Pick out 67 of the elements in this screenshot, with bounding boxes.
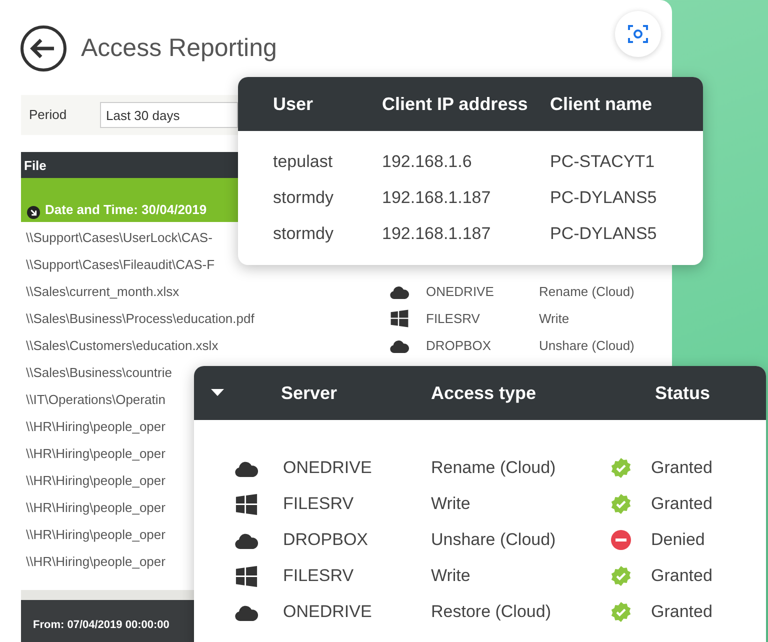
client-name: PC-DYLANS5 xyxy=(550,223,658,246)
ip-address: 192.168.1.187 xyxy=(382,223,492,246)
server-name: FILESRV xyxy=(283,493,355,516)
ip-address: 192.168.1.187 xyxy=(382,187,492,210)
file-path: \\Sales\Business\Process\education.pdf xyxy=(26,310,254,326)
back-button[interactable] xyxy=(20,25,67,72)
server-name: DROPBOX xyxy=(426,336,492,355)
file-path: \\Support\Cases\UserLock\CAS- xyxy=(26,230,212,245)
access-type: Rename (Cloud) xyxy=(431,457,557,480)
access-type: Unshare (Cloud) xyxy=(431,529,557,552)
file-path: \\HR\Hiring\people_oper xyxy=(26,554,166,569)
column-header: Status xyxy=(655,382,712,404)
cloud-icon xyxy=(235,604,258,620)
column-header: Client IP address xyxy=(382,92,529,116)
client-name: PC-STACYT1 xyxy=(550,151,656,174)
status-label: Granted xyxy=(651,493,712,516)
cloud-icon xyxy=(390,284,409,298)
access-type: Rename (Cloud) xyxy=(539,282,634,301)
server-name: ONEDRIVE xyxy=(426,282,495,301)
collapse-icon xyxy=(27,206,40,219)
column-header: Server xyxy=(281,382,338,404)
file-path: \\HR\Hiring\people_oper xyxy=(26,418,166,434)
windows-icon xyxy=(235,492,258,516)
file-path: \\HR\Hiring\people_oper xyxy=(26,446,166,461)
column-header: User xyxy=(273,92,314,116)
user-name: stormdy xyxy=(273,223,334,246)
server-name: FILESRV xyxy=(426,310,481,328)
scan-icon xyxy=(626,22,650,46)
access-type: Unshare (Cloud) xyxy=(539,336,634,355)
server-name: ONEDRIVE xyxy=(283,457,373,480)
file-path: \\HR\Hiring\people_oper xyxy=(26,472,166,488)
file-path: \\Sales\current_month.xlsx xyxy=(26,284,180,299)
access-type: Restore (Cloud) xyxy=(431,601,552,624)
access-type: Write xyxy=(539,310,570,328)
user-name: stormdy xyxy=(273,187,334,210)
client-name: PC-DYLANS5 xyxy=(550,187,658,210)
windows-icon xyxy=(235,564,258,588)
status-label: Denied xyxy=(651,529,705,552)
period-field[interactable]: Last 30 days xyxy=(100,102,238,128)
group-label: Date and Time: 30/04/2019 xyxy=(45,200,207,218)
cloud-icon xyxy=(235,532,258,548)
server-name: DROPBOX xyxy=(283,529,370,552)
status-label: Granted xyxy=(651,601,712,624)
date-range: From: 07/04/2019 00:00:00 xyxy=(21,600,194,642)
file-path: \\Sales\Customers\education.xslx xyxy=(26,338,218,353)
column-header: Client name xyxy=(550,92,654,116)
status-label: Granted xyxy=(651,565,712,588)
file-path: \\HR\Hiring\people_oper xyxy=(26,500,166,515)
cloud-icon xyxy=(390,338,409,352)
server-name: FILESRV xyxy=(283,565,355,588)
file-path: \\HR\Hiring\people_oper xyxy=(26,526,166,542)
file-path: \\Support\Cases\Fileaudit\CAS-F xyxy=(26,256,215,272)
status-label: Granted xyxy=(651,457,712,480)
access-type: Write xyxy=(431,493,472,516)
file-path: \\IT\Operations\Operatin xyxy=(26,392,166,407)
access-type: Write xyxy=(431,565,472,588)
user-name: tepulast xyxy=(273,151,334,174)
column-header: Access type xyxy=(431,382,538,405)
caret-icon[interactable] xyxy=(211,389,224,397)
ip-address: 192.168.1.6 xyxy=(382,151,473,174)
period-label: Period xyxy=(29,106,68,124)
column-header: File xyxy=(21,152,238,178)
cloud-icon xyxy=(235,460,258,476)
page-title: Access Reporting xyxy=(81,33,277,64)
file-path: \\Sales\Business\countrie xyxy=(26,364,172,380)
windows-icon xyxy=(390,309,409,328)
server-name: ONEDRIVE xyxy=(283,601,373,624)
